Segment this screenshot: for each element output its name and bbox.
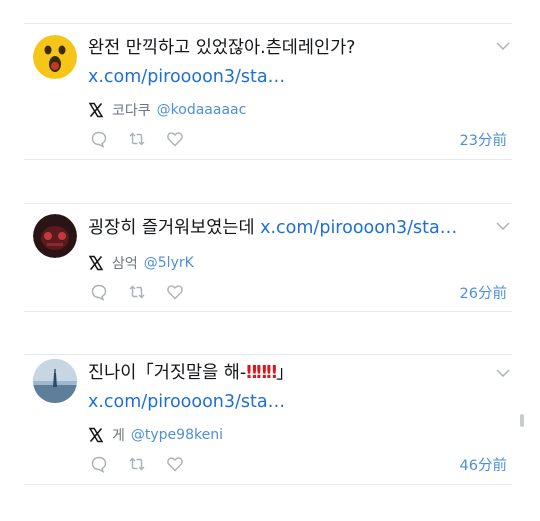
reply-icon[interactable]: [90, 283, 108, 301]
author-handle[interactable]: @kodaaaaac: [157, 102, 247, 118]
tweet-source: 삼억 @5lyrK: [88, 253, 194, 273]
tweet-source: 게 @type98keni: [88, 425, 223, 445]
tweet-actions: [90, 129, 204, 149]
shocked-face-emoji-icon: [33, 35, 77, 79]
avatar[interactable]: [33, 359, 77, 403]
x-logo-icon: [88, 102, 104, 118]
author-name[interactable]: 코다쿠: [112, 100, 151, 120]
tweet-text: 진나이「거짓말을 해-‼‼‼」 x.com/piroooon3/sta…: [88, 359, 480, 417]
x-logo-icon: [88, 255, 104, 271]
avatar[interactable]: [33, 214, 77, 258]
tweet-actions: [90, 282, 204, 302]
retweet-icon[interactable]: [128, 283, 146, 301]
tweet-body: 진나이「거짓말을 해-: [88, 363, 247, 383]
chevron-down-icon[interactable]: [496, 41, 510, 51]
divider: [24, 354, 512, 355]
tweet-link[interactable]: x.com/piroooon3/sta…: [88, 67, 285, 87]
tweet-link[interactable]: x.com/piroooon3/sta…: [88, 392, 285, 412]
like-icon[interactable]: [166, 130, 184, 148]
sea-photo-avatar-icon: [33, 359, 77, 403]
dark-red-avatar-icon: [33, 214, 77, 258]
divider: [24, 311, 512, 312]
timestamp[interactable]: 46分前: [460, 454, 507, 475]
timestamp[interactable]: 23分前: [460, 129, 507, 150]
divider: [24, 203, 512, 204]
author-name[interactable]: 게: [112, 425, 125, 445]
tweet-text: 굉장히 즐거워보였는데 x.com/piroooon3/sta…: [88, 214, 500, 243]
divider: [24, 484, 512, 485]
reply-icon[interactable]: [90, 130, 108, 148]
like-icon[interactable]: [166, 283, 184, 301]
divider: [24, 159, 512, 160]
tweet-text: 완전 만끽하고 있었잖아.츤데레인가? x.com/piroooon3/sta…: [88, 34, 480, 92]
tweet-link[interactable]: x.com/piroooon3/sta…: [260, 218, 457, 238]
tweet-body-close: 」: [276, 363, 294, 383]
like-icon[interactable]: [166, 455, 184, 473]
tweet-body: 완전 만끽하고 있었잖아.츤데레인가?: [88, 38, 356, 58]
tweet-body: 굉장히 즐거워보였는데: [88, 218, 255, 238]
chevron-down-icon[interactable]: [496, 368, 510, 378]
tweet-source: 코다쿠 @kodaaaaac: [88, 100, 246, 120]
double-exclamation-emoji: ‼‼‼: [246, 363, 277, 383]
retweet-icon[interactable]: [128, 455, 146, 473]
reply-icon[interactable]: [90, 455, 108, 473]
retweet-icon[interactable]: [128, 130, 146, 148]
author-name[interactable]: 삼억: [112, 253, 138, 273]
timestamp[interactable]: 26分前: [460, 282, 507, 303]
x-logo-icon: [88, 427, 104, 443]
author-handle[interactable]: @type98keni: [131, 427, 223, 443]
divider-top: [24, 23, 512, 24]
author-handle[interactable]: @5lyrK: [144, 255, 194, 271]
tweet-actions: [90, 454, 204, 474]
scrollbar-thumb[interactable]: [520, 414, 524, 427]
avatar[interactable]: [33, 35, 77, 79]
